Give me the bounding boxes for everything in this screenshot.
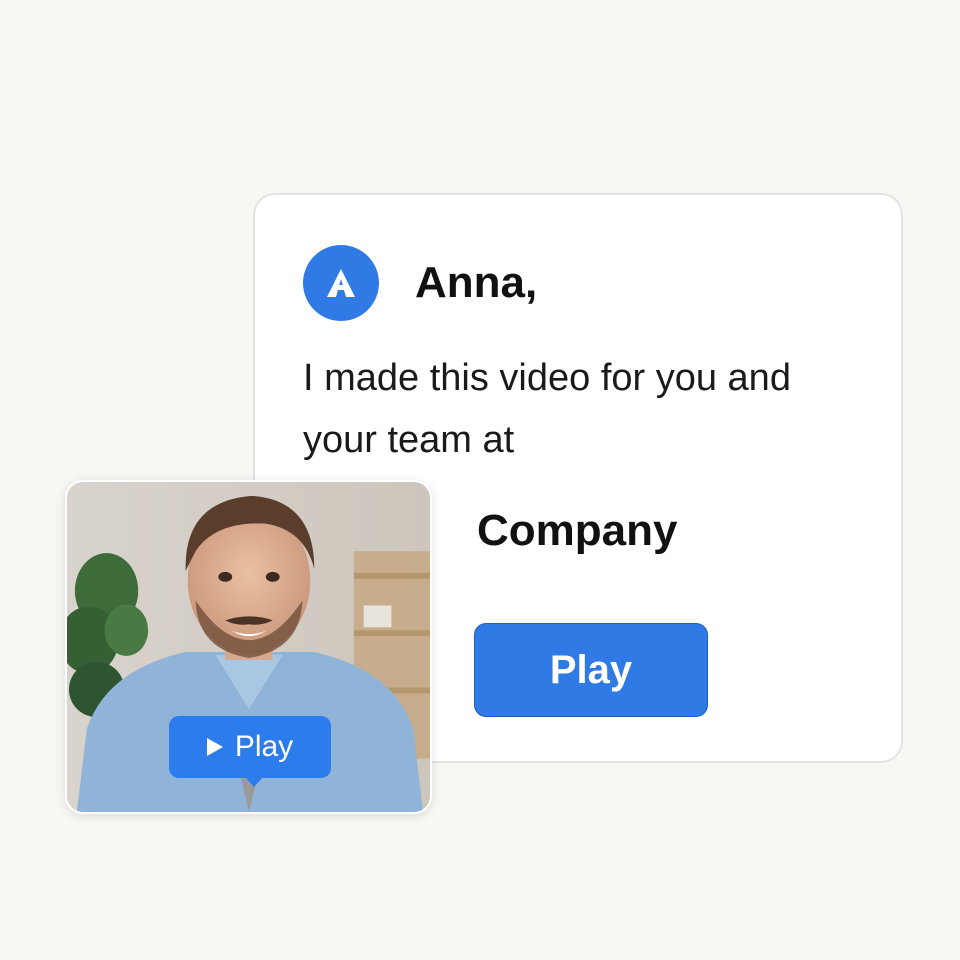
play-button[interactable]: Play (474, 623, 708, 717)
company-name: Company (477, 506, 678, 555)
video-play-button[interactable]: Play (169, 716, 331, 787)
video-play-label: Play (234, 730, 294, 763)
stage: Anna, I made this video for you and your… (0, 0, 960, 960)
message-text: I made this video for you and your team … (303, 357, 791, 461)
speech-tail (245, 777, 263, 787)
brand-a-logo-icon (303, 245, 379, 321)
play-triangle-icon (206, 738, 223, 756)
greeting: Anna, (415, 258, 538, 307)
video-thumbnail[interactable]: Play (65, 480, 432, 814)
